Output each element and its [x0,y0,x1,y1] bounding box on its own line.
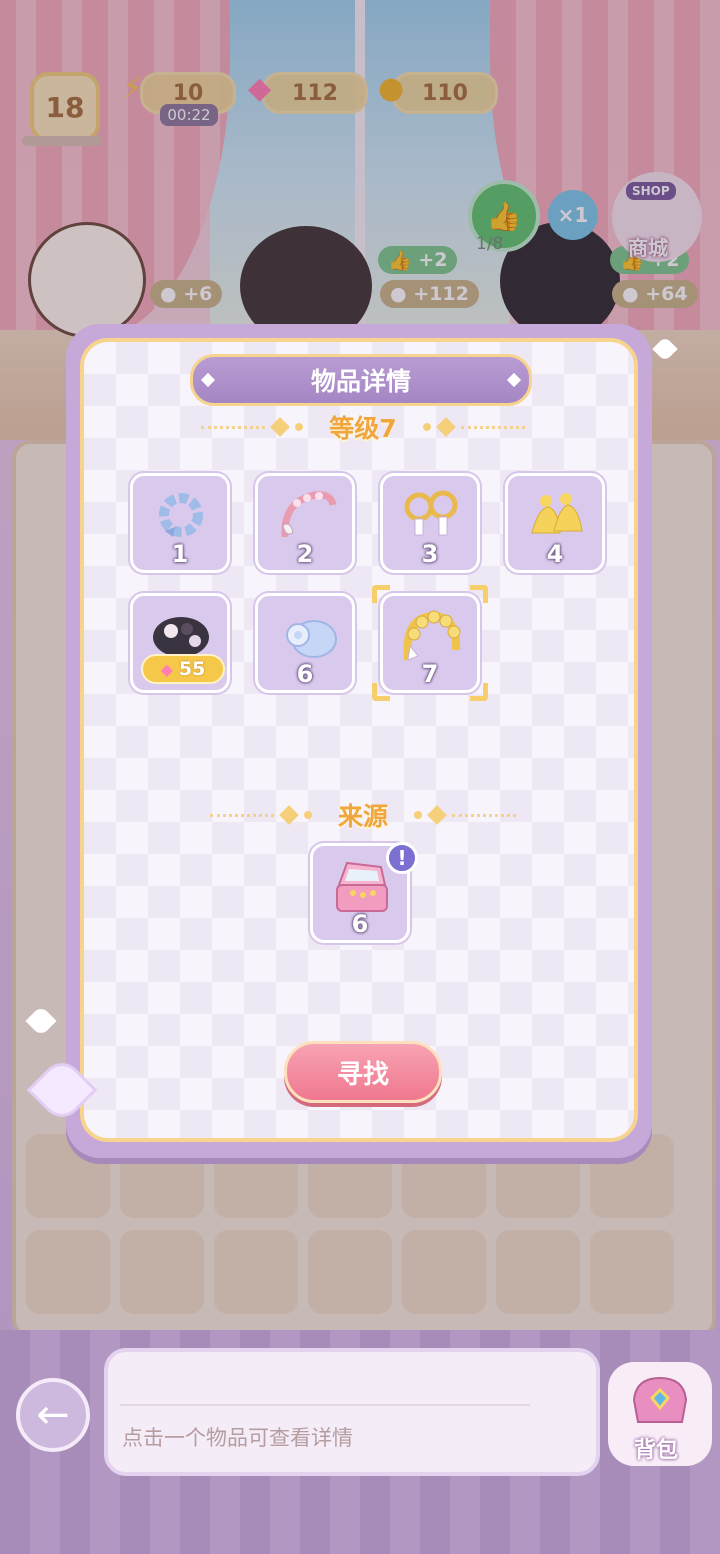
blue-hair-scrunchie-icon [147,486,215,548]
unlock-price-tag[interactable]: ◆ 55 [141,654,225,684]
divider [120,1404,530,1406]
pink-pearl-headband-icon [272,486,340,548]
gold-flower-crown-icon [397,606,465,668]
find-button[interactable]: 寻找 [284,1041,442,1103]
selection-corner [372,585,390,603]
merge-chain-item-2[interactable]: 2 [255,473,355,573]
selection-corner [470,585,488,603]
pearl-earrings-icon [397,486,465,548]
merge-chain-item-5-locked[interactable]: ◆ 55 [130,593,230,693]
backpack-icon [632,1376,688,1423]
item-hint-panel [104,1348,600,1476]
merge-chain-item-4[interactable]: 4 [505,473,605,573]
merge-chain-item-1[interactable]: 1 [130,473,230,573]
back-button[interactable]: ← [16,1378,90,1452]
gold-tassel-earrings-icon [522,486,590,548]
item-details-panel [80,338,638,1142]
level-heading: 等级7 [186,410,540,444]
dialog-title: 物品详情 [190,354,532,406]
banner-ornament [506,372,522,388]
hint-text: 点击一个物品可查看详情 [122,1426,353,1450]
merge-chain-item-7-current[interactable]: 7 [380,593,480,693]
pink-jewelry-box-icon [327,856,395,918]
exclamation-icon[interactable]: ! [386,842,418,874]
source-heading: 来源 [186,798,540,832]
blue-rose-hair-clip-icon [272,606,340,668]
selection-corner [372,683,390,701]
merge-chain-item-6[interactable]: 6 [255,593,355,693]
arrow-left-icon: ← [36,1392,70,1438]
banner-ornament [200,372,216,388]
gem-icon: ◆ [160,659,173,679]
selection-corner [470,683,488,701]
backpack-label: 背包 [634,1438,679,1463]
merge-chain-item-3[interactable]: 3 [380,473,480,573]
